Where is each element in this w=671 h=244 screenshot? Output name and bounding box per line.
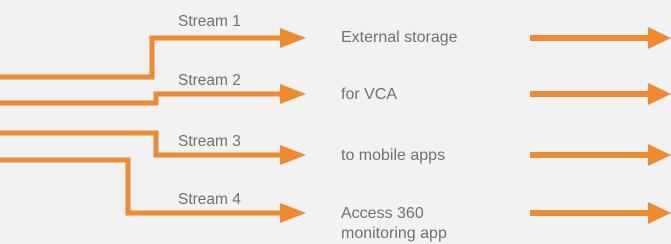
stream-3-label: Stream 3	[178, 133, 241, 150]
stream-4-arrowhead-icon	[280, 203, 306, 223]
destination-4-label: Access 360 monitoring app	[341, 205, 447, 242]
destination-2-label: for VCA	[341, 86, 398, 103]
output-3-arrowhead-icon	[648, 144, 671, 166]
output-2-arrow-shaft	[530, 91, 650, 97]
stream-4-label: Stream 4	[178, 191, 241, 208]
destination-3-label: to mobile apps	[341, 147, 446, 164]
output-2-arrowhead-icon	[648, 83, 671, 105]
output-1-arrowhead-icon	[648, 27, 671, 49]
connector-lines	[0, 27, 671, 224]
stream-diagram: Stream 1 Stream 2 Stream 3 Stream 4 Exte…	[0, 0, 671, 244]
stream-3-arrowhead-icon	[280, 145, 306, 165]
stream-1-label: Stream 1	[178, 13, 241, 30]
stream-2-label: Stream 2	[178, 72, 241, 89]
stream-1-arrowhead-icon	[280, 28, 306, 48]
stream-2-feed-line	[0, 91, 280, 106]
output-4-arrowhead-icon	[648, 202, 671, 224]
output-1-arrow-shaft	[530, 35, 650, 41]
destination-1-label: External storage	[341, 29, 458, 46]
stream-2-arrowhead-icon	[280, 84, 306, 104]
output-4-arrow-shaft	[530, 210, 650, 216]
output-3-arrow-shaft	[530, 152, 650, 158]
